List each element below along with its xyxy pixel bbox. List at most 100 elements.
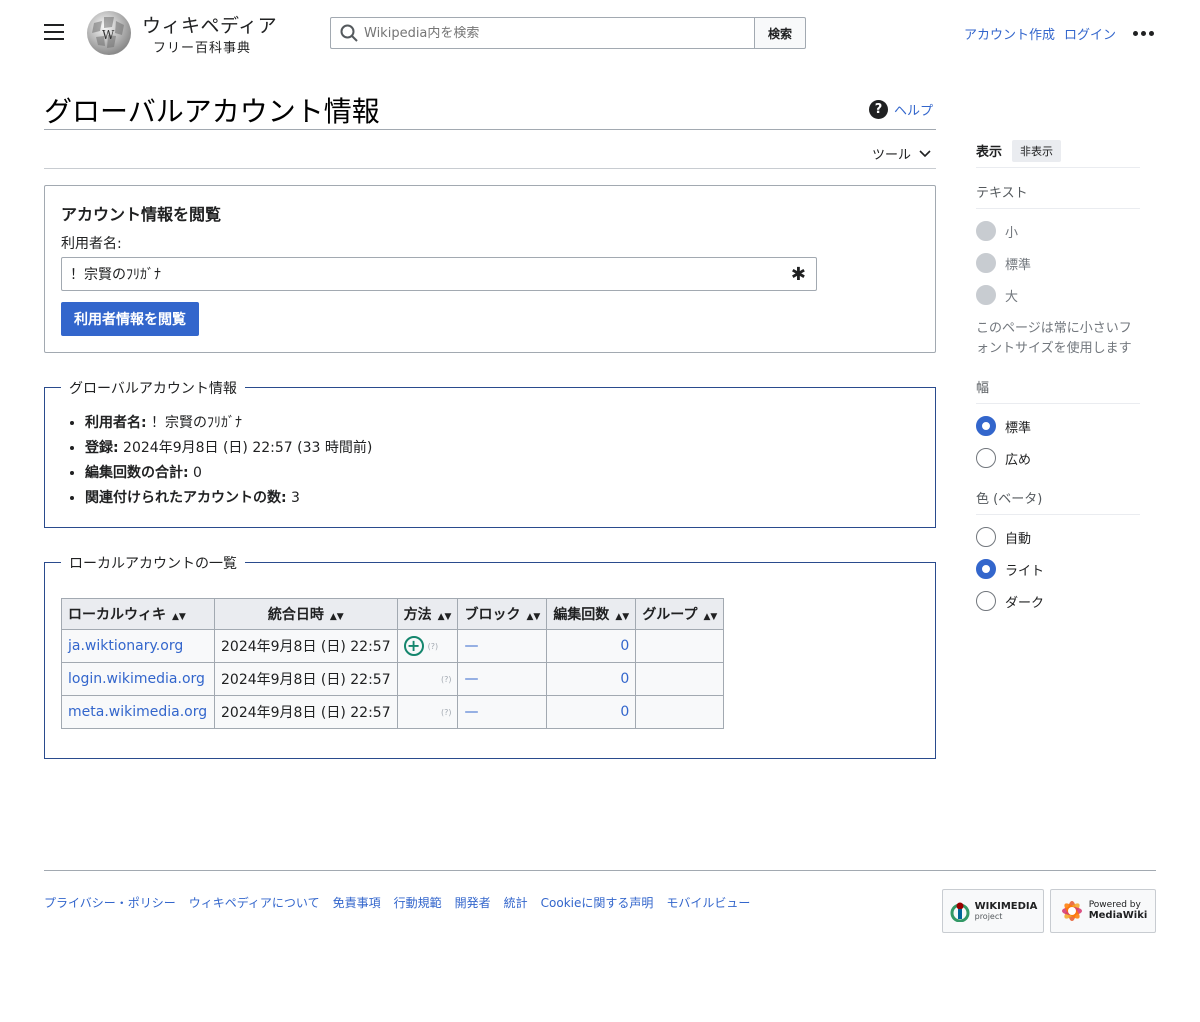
search-icon (340, 24, 358, 42)
text-size-standard[interactable]: 標準 (976, 247, 1140, 279)
color-dark[interactable]: ダーク (976, 585, 1140, 617)
wiki-link[interactable]: meta.wikimedia.org (68, 704, 207, 720)
sort-icon: ▲▼ (703, 612, 718, 622)
sort-icon: ▲▼ (526, 612, 541, 622)
footer-link-code-of-conduct[interactable]: 行動規範 (394, 894, 442, 911)
method-cell: + (?) (396, 629, 459, 663)
wikipedia-globe-icon[interactable]: W (84, 9, 134, 57)
required-asterisk-icon: ✱ (790, 263, 806, 285)
edit-count-link[interactable]: 0 (620, 704, 629, 720)
footer-link-disclaimer[interactable]: 免責事項 (333, 894, 381, 911)
color-auto[interactable]: 自動 (976, 521, 1140, 553)
footer-link-cookie[interactable]: Cookieに関する声明 (541, 894, 654, 911)
method-help[interactable]: (?) (428, 642, 439, 651)
col-block[interactable]: ブロック ▲▼ (457, 598, 548, 630)
text-size-note: このページは常に小さいフォントサイズを使用します (976, 321, 1132, 356)
appearance-header: 表示 非表示 (976, 136, 1140, 168)
global-info-list: 利用者名: ！宗賢のﾌﾘｶﾞﾅ 登録: 2024年9月8日 (日) 22:57 … (85, 413, 372, 513)
col-method[interactable]: 方法 ▲▼ (396, 598, 459, 630)
wordmark[interactable]: ウィキペディア (142, 11, 277, 38)
width-wide[interactable]: 広め (976, 442, 1140, 474)
sort-icon: ▲▼ (615, 612, 630, 622)
block-log-link[interactable]: — (464, 638, 478, 654)
hide-appearance-button[interactable]: 非表示 (1012, 139, 1062, 162)
col-groups[interactable]: グループ ▲▼ (635, 598, 725, 630)
merge-date: 2024年9月8日 (日) 22:57 (214, 695, 398, 729)
tools-dropdown[interactable]: ツール (872, 144, 931, 163)
help-label: ヘルプ (894, 104, 934, 119)
wikimedia-project-badge[interactable]: WIKIMEDIA project (942, 889, 1044, 933)
sort-icon: ▲▼ (172, 612, 186, 622)
radio-icon (976, 285, 996, 305)
radio-icon (976, 221, 996, 241)
username-input[interactable]: ！宗賢のﾌﾘｶﾞﾅ ✱ (61, 257, 817, 291)
appearance-sidebar: 表示 非表示 テキスト 小 標準 大 このページは常に小さいフォントサイズを使用… (976, 136, 1140, 617)
wikimedia-logo-icon (950, 902, 970, 922)
view-user-info-button[interactable]: 利用者情報を閲覧 (61, 302, 199, 336)
radio-selected-icon (976, 559, 996, 579)
radio-icon (976, 591, 996, 611)
global-info-legend: グローバルアカウント情報 (61, 378, 245, 398)
wiki-link[interactable]: login.wikimedia.org (68, 671, 205, 687)
footer-link-developers[interactable]: 開発者 (455, 894, 491, 911)
method-help[interactable]: (?) (441, 675, 452, 684)
width-heading: 幅 (976, 377, 1140, 404)
svg-text:W: W (102, 28, 115, 42)
sort-icon: ▲▼ (329, 612, 344, 622)
footer-link-mobile-view[interactable]: モバイルビュー (666, 894, 750, 911)
tools-divider (44, 168, 936, 169)
wikimedia-label: WIKIMEDIA (974, 901, 1038, 912)
search-input[interactable] (364, 25, 744, 41)
text-size-large[interactable]: 大 (976, 279, 1140, 311)
sort-icon: ▲▼ (437, 612, 452, 622)
edit-count-link[interactable]: 0 (620, 671, 629, 687)
username-value: ！宗賢のﾌﾘｶﾞﾅ (70, 267, 161, 283)
powered-by-label: Powered by (1088, 900, 1141, 910)
login-link[interactable]: ログイン (1064, 24, 1116, 43)
color-light[interactable]: ライト (976, 553, 1140, 585)
footer-link-about[interactable]: ウィキペディアについて (189, 894, 320, 911)
col-merge-date[interactable]: 統合日時 ▲▼ (214, 598, 398, 630)
local-accounts: ローカルアカウントの一覧 ローカルウィキ ▲▼ 統合日時 ▲▼ 方法 ▲▼ ブロック ▲… (44, 553, 936, 759)
edit-count-link[interactable]: 0 (620, 638, 629, 654)
merge-date: 2024年9月8日 (日) 22:57 (214, 662, 398, 696)
method-cell: (?) (396, 695, 459, 729)
main-menu-icon[interactable] (44, 24, 64, 42)
method-help[interactable]: (?) (441, 708, 452, 717)
help-link[interactable]: ? ヘルプ (869, 100, 933, 119)
create-account-link[interactable]: アカウント作成 (964, 24, 1055, 43)
footer-divider (44, 870, 1156, 871)
info-total-edits: 編集回数の合計: 0 (85, 463, 372, 488)
groups-cell (635, 695, 725, 729)
radio-icon (976, 448, 996, 468)
table-row: ja.wiktionary.org 2024年9月8日 (日) 22:57 + (… (61, 629, 725, 663)
search-form: 検索 (330, 17, 806, 49)
block-log-link[interactable]: — (464, 671, 478, 687)
tools-label: ツール (872, 148, 912, 163)
tagline: フリー百科事典 (153, 41, 252, 56)
radio-icon (976, 253, 996, 273)
help-icon: ? (869, 100, 888, 119)
global-account-info: グローバルアカウント情報 利用者名: ！宗賢のﾌﾘｶﾞﾅ 登録: 2024年9月… (44, 378, 936, 528)
wiki-link[interactable]: ja.wiktionary.org (68, 638, 183, 654)
text-size-heading: テキスト (976, 182, 1140, 209)
block-log-link[interactable]: — (464, 704, 478, 720)
col-local-wiki[interactable]: ローカルウィキ ▲▼ (61, 598, 215, 630)
powered-by-mediawiki-badge[interactable]: Powered by MediaWiki (1050, 889, 1156, 933)
header: W ウィキペディア フリー百科事典 検索 アカウント作成 ログイン (0, 0, 1200, 66)
method-cell: (?) (396, 662, 459, 696)
text-size-small[interactable]: 小 (976, 215, 1140, 247)
footer-link-statistics[interactable]: 統計 (504, 894, 528, 911)
mediawiki-label: MediaWiki (1088, 910, 1148, 921)
search-button[interactable]: 検索 (754, 17, 806, 49)
search-box[interactable] (330, 17, 754, 49)
appearance-title: 表示 (976, 145, 1003, 160)
footer-link-privacy[interactable]: プライバシー・ポリシー (44, 894, 176, 911)
radio-icon (976, 527, 996, 547)
more-options-icon[interactable] (1133, 31, 1154, 36)
plus-icon: + (403, 636, 424, 656)
col-edits[interactable]: 編集回数 ▲▼ (546, 598, 637, 630)
width-standard[interactable]: 標準 (976, 410, 1140, 442)
info-registration: 登録: 2024年9月8日 (日) 22:57 (33 時間前) (85, 438, 372, 463)
groups-cell (635, 629, 725, 663)
